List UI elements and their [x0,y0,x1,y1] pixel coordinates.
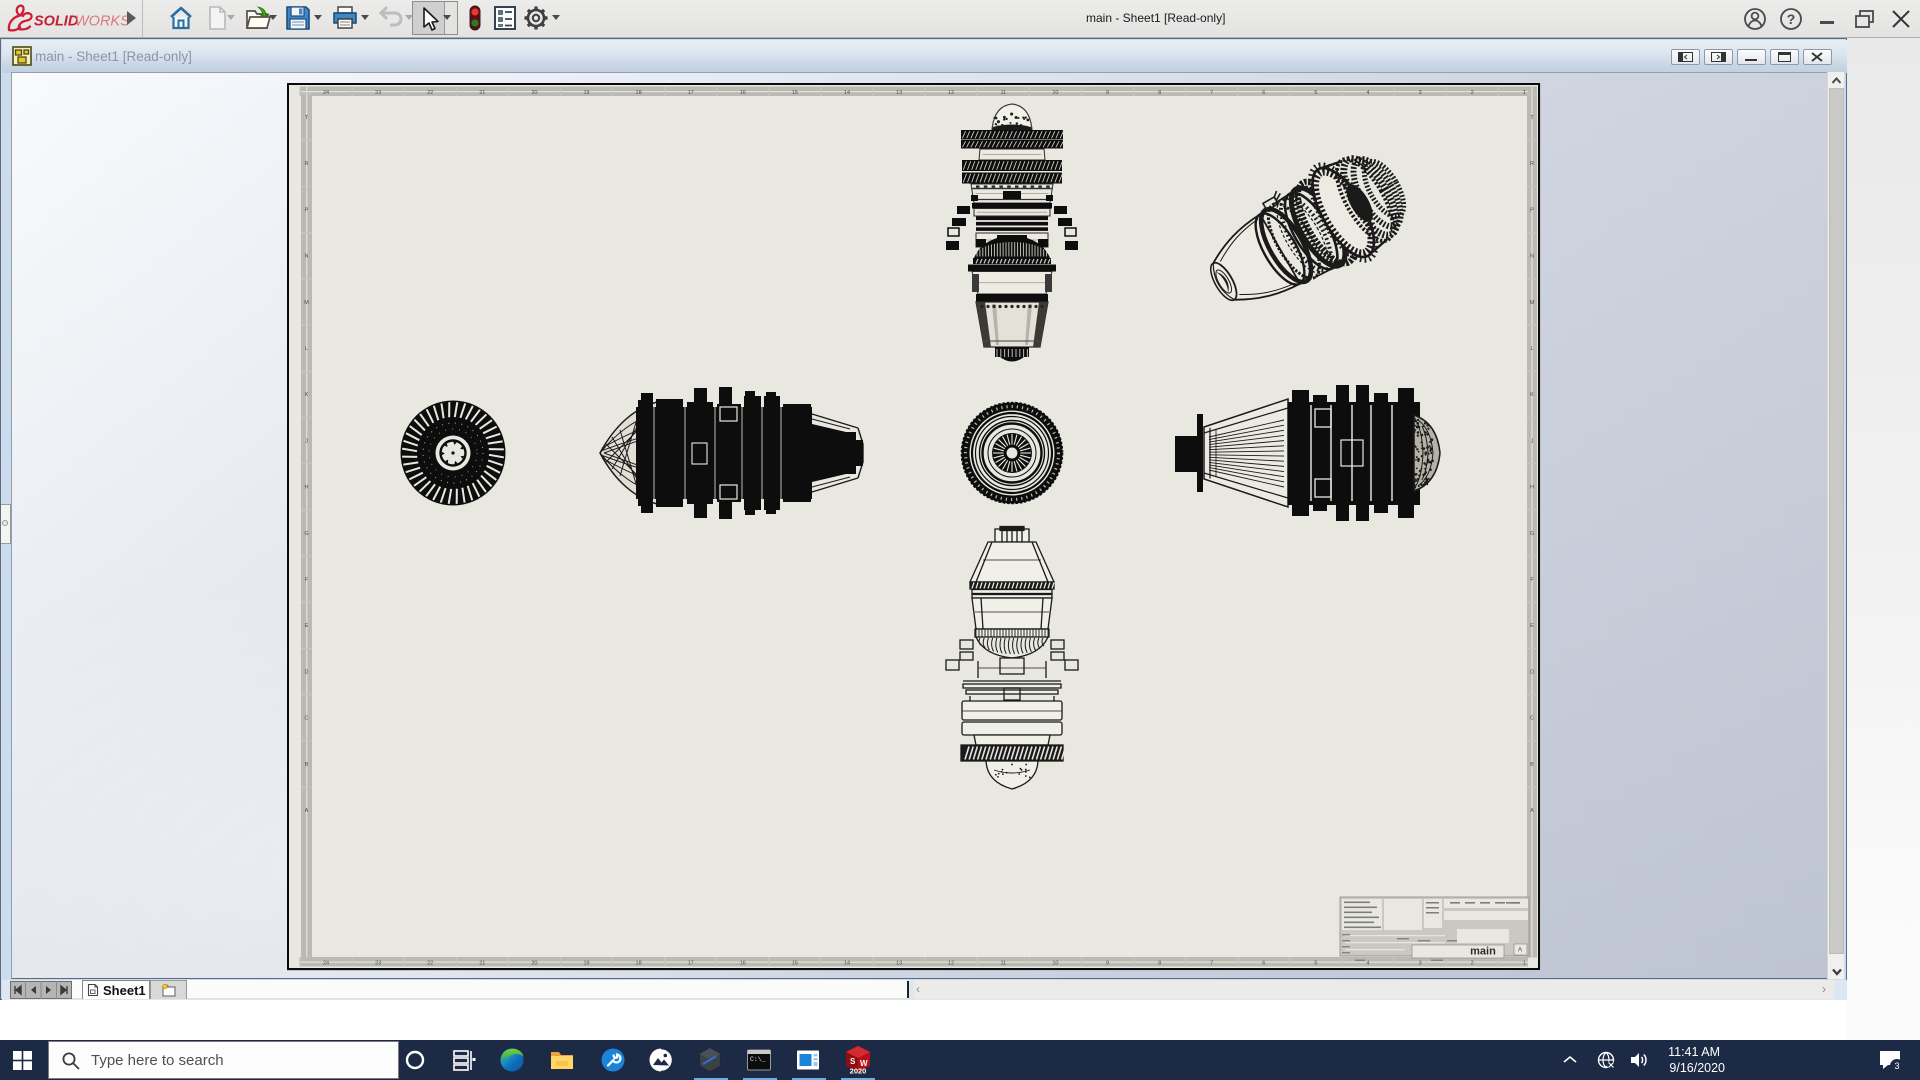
svg-text:C:\_: C:\_ [750,1056,766,1063]
svg-text:21: 21 [479,90,485,96]
svg-text:20: 20 [531,90,537,96]
svg-text:A: A [1518,948,1522,954]
svg-text:C: C [1530,716,1534,722]
svg-text:M: M [1530,300,1535,306]
svg-text:11: 11 [1000,960,1006,966]
svg-text:K: K [1530,392,1534,398]
svg-text:B: B [1530,762,1534,768]
svg-text:?: ? [1787,11,1796,27]
svg-text:10: 10 [1052,90,1058,96]
svg-text:15: 15 [792,960,798,966]
svg-text:8: 8 [1158,960,1161,966]
svg-text:20: 20 [531,960,537,966]
svg-text:H: H [1530,485,1534,491]
svg-text:3: 3 [1419,90,1422,96]
svg-text:23: 23 [375,90,381,96]
svg-text:11: 11 [1000,90,1006,96]
svg-text:D: D [1530,669,1534,675]
svg-text:J: J [305,438,308,444]
svg-text:4: 4 [1366,90,1369,96]
svg-text:22: 22 [427,960,433,966]
svg-text:SOLID: SOLID [34,14,79,30]
svg-text:9: 9 [1106,90,1109,96]
svg-text:17: 17 [688,960,694,966]
svg-text:M: M [304,300,309,306]
svg-text:P: P [1530,207,1534,213]
svg-text:22: 22 [427,90,433,96]
svg-text:19: 19 [583,960,589,966]
svg-text:24: 24 [323,960,329,966]
svg-text:A: A [305,808,309,814]
svg-text:12: 12 [948,960,954,966]
svg-text:H: H [305,485,309,491]
svg-text:21: 21 [479,960,485,966]
svg-text:13: 13 [896,90,902,96]
svg-text:2020: 2020 [850,1067,867,1076]
svg-text:1: 1 [1523,960,1526,966]
svg-text:7: 7 [1210,960,1213,966]
svg-text:23: 23 [375,960,381,966]
svg-text:4: 4 [1366,960,1369,966]
svg-text:G: G [304,531,308,537]
svg-text:19: 19 [583,90,589,96]
svg-text:6: 6 [1262,960,1265,966]
svg-text:A: A [1530,808,1534,814]
svg-text:8: 8 [1158,90,1161,96]
svg-text:K: K [305,392,309,398]
svg-text:L: L [305,346,308,352]
svg-text:18: 18 [636,960,642,966]
svg-text:15: 15 [792,90,798,96]
svg-text:1: 1 [1523,90,1526,96]
svg-text:J: J [1531,438,1534,444]
svg-text:E: E [1530,623,1534,629]
svg-text:24: 24 [323,90,329,96]
svg-text:N: N [305,254,309,260]
svg-text:14: 14 [844,90,850,96]
svg-text:2: 2 [1471,960,1474,966]
svg-text:18: 18 [636,90,642,96]
svg-text:6: 6 [1262,90,1265,96]
svg-text:13: 13 [896,960,902,966]
svg-text:3: 3 [1894,1061,1899,1071]
svg-text:17: 17 [688,90,694,96]
svg-text:5: 5 [1314,90,1317,96]
svg-text:P: P [305,207,309,213]
svg-text:C: C [305,716,309,722]
svg-text:D: D [305,669,309,675]
svg-text:G: G [1530,531,1534,537]
svg-text:10: 10 [1052,960,1058,966]
svg-text:N: N [1530,254,1534,260]
svg-text:L: L [1530,346,1533,352]
svg-text:5: 5 [1314,960,1317,966]
svg-text:B: B [305,762,309,768]
svg-text:2: 2 [1471,90,1474,96]
svg-text:3: 3 [1419,960,1422,966]
svg-text:16: 16 [740,960,746,966]
svg-text:R: R [1530,161,1534,167]
svg-text:S: S [850,1057,856,1066]
svg-text:9: 9 [1106,960,1109,966]
svg-text:R: R [305,161,309,167]
svg-text:12: 12 [948,90,954,96]
svg-text:14: 14 [844,960,850,966]
svg-text:E: E [305,623,309,629]
svg-text:main: main [1470,946,1496,958]
svg-text:7: 7 [1210,90,1213,96]
svg-text:WORKS: WORKS [75,14,130,30]
svg-text:16: 16 [740,90,746,96]
